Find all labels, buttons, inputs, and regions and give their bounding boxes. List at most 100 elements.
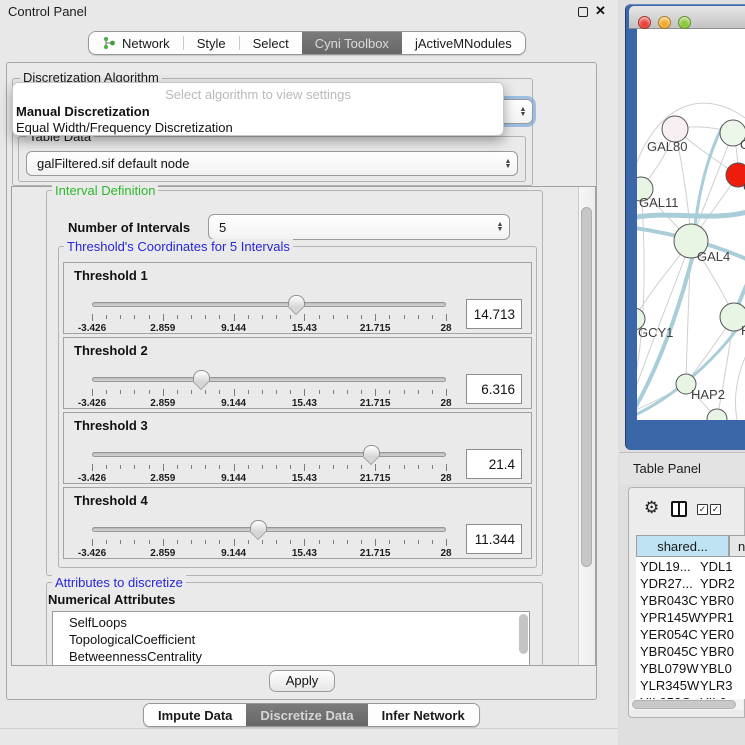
attributes-list-scrollbar-thumb[interactable] xyxy=(519,614,528,654)
table-row-name[interactable]: YBR0 xyxy=(700,593,734,608)
gear-icon[interactable]: ⚙ xyxy=(644,498,659,518)
threshold-4-value-input[interactable] xyxy=(466,524,522,554)
tick-mark xyxy=(404,540,405,544)
tick-label: 2.859 xyxy=(150,323,175,334)
slider-track[interactable] xyxy=(92,302,446,307)
tick-label: 9.144 xyxy=(221,398,246,409)
column-layout-icon[interactable] xyxy=(671,501,687,517)
slider-track[interactable] xyxy=(92,377,446,382)
zoom-traffic-light[interactable] xyxy=(678,16,691,29)
table-row-name[interactable]: YDR2 xyxy=(700,576,735,591)
table-row-shared-name[interactable]: YDR27... xyxy=(640,576,693,591)
minimize-traffic-light[interactable] xyxy=(658,16,671,29)
tick-mark xyxy=(248,540,249,544)
tick-mark xyxy=(120,315,121,319)
close-traffic-light[interactable] xyxy=(638,16,651,29)
tab-select[interactable]: Select xyxy=(240,32,302,54)
threshold-2-value-input[interactable] xyxy=(466,374,522,404)
tab-infer-network[interactable]: Infer Network xyxy=(368,704,479,726)
column-header-shared-name[interactable]: shared... xyxy=(636,535,729,557)
slider-handle[interactable] xyxy=(193,370,210,381)
threshold-1-panel: Threshold 1 -3.4262.8599.14415.4321.7152… xyxy=(63,262,532,334)
tick-mark xyxy=(177,540,178,544)
threshold-2-label: Threshold 2 xyxy=(74,343,148,358)
table-panel-title: Table Panel xyxy=(633,461,701,476)
tick-mark xyxy=(248,315,249,319)
tick-mark xyxy=(389,315,390,319)
tick-mark xyxy=(389,390,390,394)
tick-mark xyxy=(446,539,447,546)
table-row-shared-name[interactable]: YLR345W xyxy=(640,678,699,693)
table-row-shared-name[interactable]: YPR145W xyxy=(640,610,701,625)
algorithm-dropdown-popup: Select algorithm to view settings Manual… xyxy=(12,82,504,136)
table-row-shared-name[interactable]: YBL079W xyxy=(640,661,699,676)
network-edge-thick[interactable] xyxy=(695,125,723,225)
checkbox-icon[interactable]: ✓ xyxy=(710,504,721,515)
tick-mark xyxy=(134,465,135,469)
threshold-3-value-input[interactable] xyxy=(466,449,522,479)
threshold-1-value-input[interactable] xyxy=(466,299,522,329)
tick-label: 28 xyxy=(440,473,451,484)
tick-mark xyxy=(347,315,348,319)
tick-mark xyxy=(248,465,249,469)
table-row-name[interactable]: YLR3 xyxy=(700,678,733,693)
attribute-list-item[interactable]: BetweennessCentrality xyxy=(69,649,202,664)
tick-mark xyxy=(205,540,206,544)
number-of-intervals-combobox[interactable]: 5 ▲▼ xyxy=(208,214,510,240)
network-edge[interactable] xyxy=(717,317,734,419)
threshold-2-slider[interactable]: -3.4262.8599.14415.4321.71528 xyxy=(64,366,464,408)
table-row-shared-name[interactable]: YBR045C xyxy=(640,644,698,659)
attribute-list-item[interactable]: TopologicalCoefficient xyxy=(69,632,195,647)
threshold-1-slider[interactable]: -3.4262.8599.14415.4321.71528 xyxy=(64,291,464,333)
table-data-combobox[interactable]: galFiltered.sif default node ▲▼ xyxy=(26,151,518,176)
float-window-icon[interactable] xyxy=(578,7,588,17)
threshold-4-slider[interactable]: -3.4262.8599.14415.4321.71528 xyxy=(64,516,464,558)
network-edge[interactable] xyxy=(736,349,745,420)
tab-discretize-data[interactable]: Discretize Data xyxy=(246,704,367,726)
slider-handle[interactable] xyxy=(250,520,267,531)
tick-mark xyxy=(432,465,433,469)
tab-network[interactable]: Network xyxy=(89,32,183,54)
tab-impute-data[interactable]: Impute Data xyxy=(144,704,246,726)
tick-mark xyxy=(149,540,150,544)
vertical-scrollbar-thumb[interactable] xyxy=(581,207,592,567)
tick-mark xyxy=(319,465,320,469)
table-row-shared-name[interactable]: YDL19... xyxy=(640,559,691,574)
table-row-name[interactable]: YDL1 xyxy=(700,559,733,574)
network-canvas[interactable]: GAL80GALCGAL11GAL4GCY1HHAP2 xyxy=(637,29,745,420)
tick-mark xyxy=(262,315,263,319)
table-row-name[interactable]: YPR1 xyxy=(700,610,734,625)
table-row-shared-name[interactable]: YER054C xyxy=(640,627,698,642)
attribute-list-item[interactable]: SelfLoops xyxy=(69,615,127,630)
tick-mark xyxy=(347,540,348,544)
network-node-label: H xyxy=(741,323,745,338)
checkbox-icon[interactable]: ✓ xyxy=(697,504,708,515)
tab-style[interactable]: Style xyxy=(184,32,239,54)
tick-mark xyxy=(134,390,135,394)
close-icon[interactable]: ✕ xyxy=(595,3,606,19)
tab-jactivemnodules[interactable]: jActiveMNodules xyxy=(402,32,525,54)
slider-track[interactable] xyxy=(92,452,446,457)
table-row-shared-name[interactable]: YBR043C xyxy=(640,593,698,608)
numerical-attributes-list[interactable]: SelfLoops TopologicalCoefficient Betweenne… xyxy=(52,611,530,666)
tick-mark xyxy=(106,390,107,394)
table-row-name[interactable]: YER0 xyxy=(700,627,734,642)
slider-handle[interactable] xyxy=(288,295,305,306)
threshold-3-slider[interactable]: -3.4262.8599.14415.4321.71528 xyxy=(64,441,464,483)
tick-mark xyxy=(347,390,348,394)
apply-button[interactable]: Apply xyxy=(269,670,335,692)
network-edge-thick[interactable] xyxy=(637,211,745,219)
table-horizontal-scrollbar-thumb[interactable] xyxy=(632,700,736,709)
slider-track[interactable] xyxy=(92,527,446,532)
tab-cyni-toolbox[interactable]: Cyni Toolbox xyxy=(302,32,402,54)
slider-handle[interactable] xyxy=(363,445,380,456)
tick-mark xyxy=(432,390,433,394)
column-header-name[interactable]: n... xyxy=(729,535,745,557)
tick-mark xyxy=(205,315,206,319)
table-row-name[interactable]: YBR0 xyxy=(700,644,734,659)
algorithm-item-equal-width[interactable]: Equal Width/Frequency Discretization xyxy=(16,120,233,135)
threshold-3-panel: Threshold 3 -3.4262.8599.14415.4321.7152… xyxy=(63,412,532,484)
table-row-name[interactable]: YBL0 xyxy=(700,661,732,676)
algorithm-item-manual[interactable]: Manual Discretization xyxy=(16,104,150,119)
algorithm-hint-item[interactable]: Select algorithm to view settings xyxy=(13,87,503,102)
